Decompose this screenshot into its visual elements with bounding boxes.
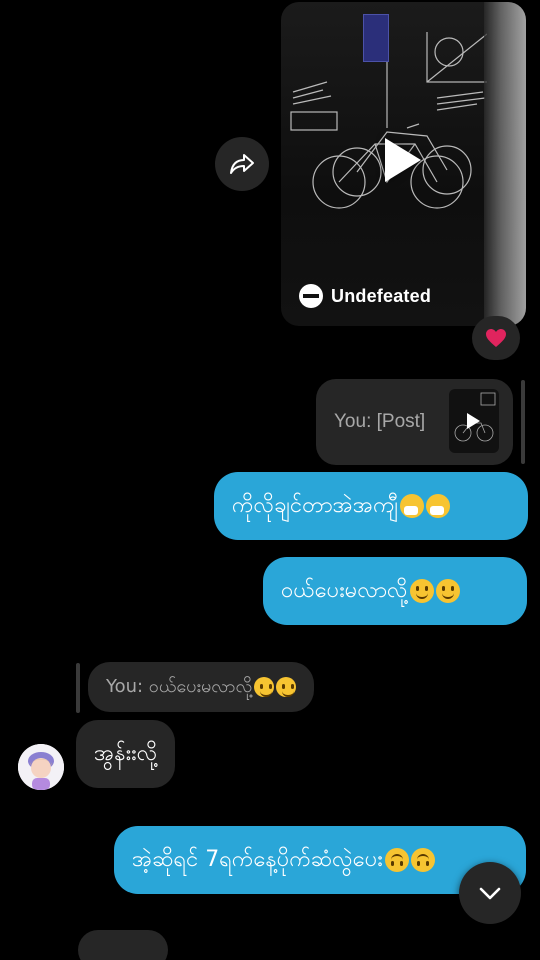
reply-post-thumbnail [449,389,499,453]
shared-post-card[interactable]: Undefeated [281,2,526,326]
play-icon[interactable] [385,138,421,182]
reply-preview-message[interactable]: You: ဝယ်ပေးမလာလို့ [88,662,315,712]
avatar-illustration [18,744,64,790]
outgoing-message[interactable]: ကိုလိုချင်တာအဲအကျီ [214,472,528,540]
scroll-to-bottom-button[interactable] [459,862,521,924]
slightly-smiling-face-icon [409,579,434,603]
slightly-smiling-face-icon [254,677,275,697]
chat-screen: Undefeated You: [Post] ကိုလိုချင်တာအဲအကျ… [0,0,540,960]
chevron-down-icon [479,887,501,900]
share-arrow-icon [230,154,254,174]
incoming-message[interactable]: အွန်းးလို့ [76,720,176,788]
upside-down-face-icon [410,848,435,872]
slightly-smiling-face-icon [276,677,297,697]
reply-quote-bar [521,380,525,464]
heart-icon [486,329,506,347]
slightly-smiling-face-icon [435,579,460,603]
message-text: အဲ့ဆိုရင် 7ရက်နေ့ပိုက်ဆံလွဲပေး [132,846,383,872]
author-avatar [299,284,323,308]
reply-preview-post[interactable]: You: [Post] [316,379,513,465]
shirt-tag [363,14,389,62]
sneezing-face-icon [400,494,425,518]
reply-preview-text: You: [Post] [334,411,426,432]
reply-preview-text: You: ဝယ်ပေးမလာလို့ [106,675,253,697]
message-text: ဝယ်ပေးမလာလို့ [281,577,408,603]
upside-down-face-icon [384,848,409,872]
reply-quote-bar [76,663,80,713]
sneezing-face-icon [426,494,451,518]
share-button[interactable] [215,137,269,191]
play-icon [467,413,480,429]
message-text: ကိုလိုချင်တာအဲအကျီ [232,492,399,518]
message-text: အွန်းးလို့ [94,740,158,766]
incoming-message-partial [78,930,168,960]
author-name: Undefeated [331,285,432,306]
outgoing-message[interactable]: ဝယ်ပေးမလာလို့ [263,557,527,625]
post-author[interactable]: Undefeated [299,284,431,308]
contact-avatar[interactable] [18,744,64,790]
shirt-fold [484,2,526,326]
reaction-badge[interactable] [472,316,520,360]
